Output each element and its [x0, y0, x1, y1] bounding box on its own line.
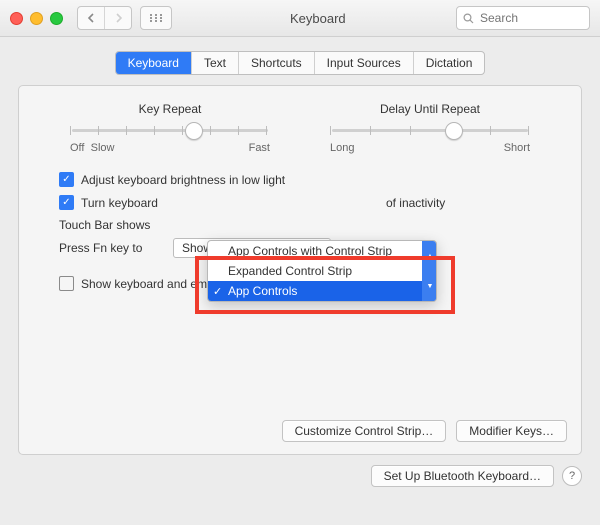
search-input[interactable] [478, 10, 562, 26]
tab-text[interactable]: Text [191, 52, 238, 74]
prefs-body: Keyboard Text Shortcuts Input Sources Di… [0, 37, 600, 525]
delay-long-label: Long [330, 142, 354, 154]
delay-slider: Delay Until Repeat Long Short [330, 102, 530, 154]
nav-back-forward [77, 6, 132, 30]
adjust-brightness-checkbox[interactable]: ✓ [59, 172, 74, 187]
zoom-window-button[interactable] [50, 12, 63, 25]
tab-shortcuts[interactable]: Shortcuts [238, 52, 314, 74]
key-repeat-knob[interactable] [185, 122, 203, 140]
bluetooth-keyboard-button[interactable]: Set Up Bluetooth Keyboard… [371, 465, 554, 487]
tab-input-sources[interactable]: Input Sources [314, 52, 413, 74]
titlebar: Keyboard [0, 0, 600, 37]
turn-off-backlight-after: of inactivity [386, 196, 445, 210]
delay-short-label: Short [504, 142, 530, 154]
help-button[interactable]: ? [562, 466, 582, 486]
touch-bar-option-1[interactable]: Expanded Control Strip [208, 261, 436, 281]
minimize-window-button[interactable] [30, 12, 43, 25]
key-repeat-title: Key Repeat [70, 102, 270, 116]
touch-bar-option-0[interactable]: App Controls with Control Strip [208, 241, 436, 261]
delay-track[interactable] [330, 122, 530, 138]
turn-off-backlight-before: Turn keyboard [81, 196, 158, 210]
touch-bar-dropdown[interactable]: App Controls with Control Strip Expanded… [207, 240, 437, 302]
modifier-keys-button[interactable]: Modifier Keys… [456, 420, 567, 442]
window-title: Keyboard [290, 11, 346, 26]
show-viewers-checkbox[interactable] [59, 276, 74, 291]
key-repeat-slider: Key Repeat Off Slow Fast [70, 102, 270, 154]
search-field[interactable] [456, 6, 590, 30]
close-window-button[interactable] [10, 12, 23, 25]
fn-key-label: Press Fn key to [59, 241, 169, 255]
key-repeat-slow-label: Slow [91, 142, 115, 154]
customize-control-strip-button[interactable]: Customize Control Strip… [282, 420, 447, 442]
keyboard-panel: Key Repeat Off Slow Fast Delay Until Rep… [18, 85, 582, 455]
window-controls [10, 12, 63, 25]
touch-bar-label: Touch Bar shows [59, 218, 169, 232]
forward-button[interactable] [104, 7, 131, 29]
tab-dictation[interactable]: Dictation [413, 52, 485, 74]
touch-bar-row: Touch Bar shows [59, 218, 557, 232]
search-icon [463, 13, 474, 24]
dropdown-stepper-icon: ▲▼ [422, 241, 437, 301]
turn-off-backlight-row[interactable]: ✓ Turn keyboard of inactivity [59, 195, 557, 210]
back-button[interactable] [78, 7, 104, 29]
tabs: Keyboard Text Shortcuts Input Sources Di… [18, 51, 582, 75]
delay-title: Delay Until Repeat [330, 102, 530, 116]
show-all-prefs-button[interactable] [140, 6, 172, 30]
key-repeat-track[interactable] [70, 122, 270, 138]
adjust-brightness-row[interactable]: ✓ Adjust keyboard brightness in low ligh… [59, 172, 557, 187]
tab-keyboard[interactable]: Keyboard [116, 52, 191, 74]
adjust-brightness-label: Adjust keyboard brightness in low light [81, 173, 285, 187]
touch-bar-option-2[interactable]: App Controls [208, 281, 436, 301]
delay-knob[interactable] [445, 122, 463, 140]
key-repeat-fast-label: Fast [249, 142, 270, 154]
key-repeat-off-label: Off [70, 142, 84, 154]
turn-off-backlight-checkbox[interactable]: ✓ [59, 195, 74, 210]
